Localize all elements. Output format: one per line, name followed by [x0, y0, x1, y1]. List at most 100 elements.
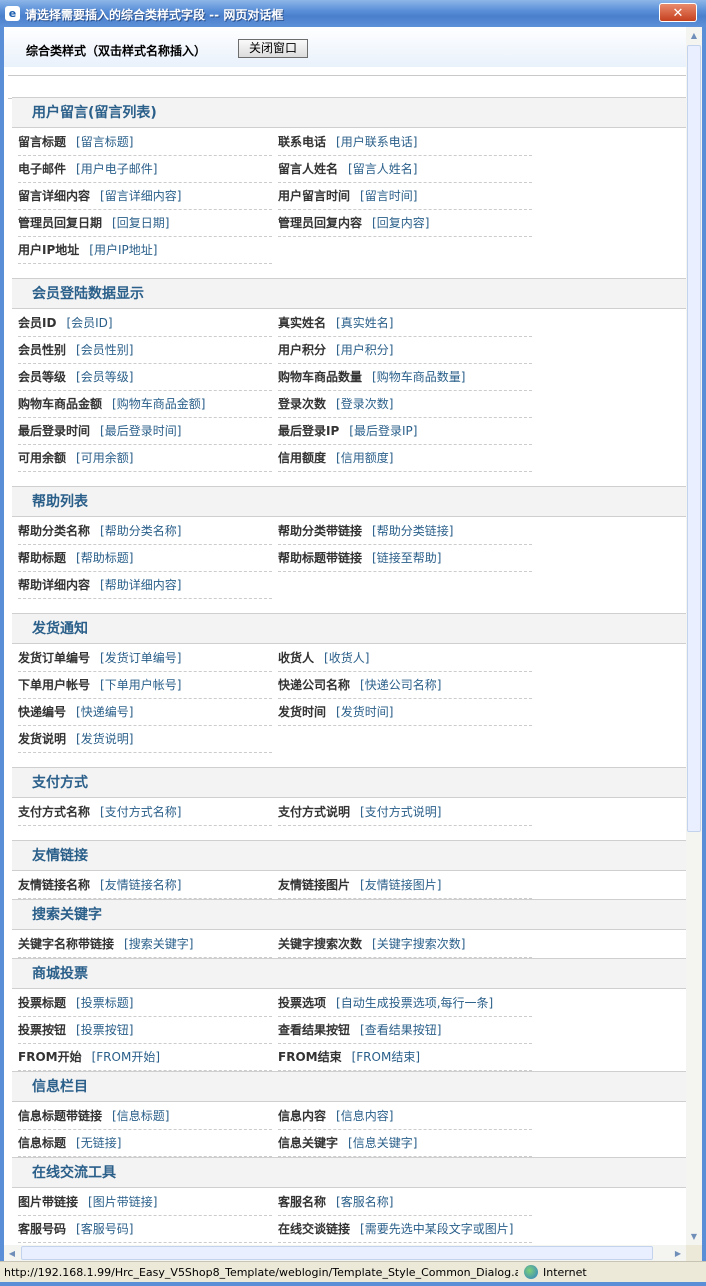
style-field-item[interactable]: 帮助标题 [帮助标题] [18, 545, 272, 572]
field-tag[interactable]: [会员等级] [76, 370, 133, 384]
style-field-item[interactable]: 登录次数 [登录次数] [278, 391, 532, 418]
style-field-item[interactable]: 购物车商品数量 [购物车商品数量] [278, 364, 532, 391]
field-tag[interactable]: [用户积分] [336, 343, 393, 357]
field-tag[interactable]: [真实姓名] [336, 316, 393, 330]
style-field-item[interactable]: 友情链接图片 [友情链接图片] [278, 872, 532, 899]
style-field-item[interactable]: 会员ID [会员ID] [18, 310, 272, 337]
field-tag[interactable]: [FROM结束] [352, 1050, 420, 1064]
field-tag[interactable]: [会员ID] [66, 316, 112, 330]
field-tag[interactable]: [链接至帮助] [372, 551, 441, 565]
field-tag[interactable]: [会员性别] [76, 343, 133, 357]
field-tag[interactable]: [留言人姓名] [348, 162, 417, 176]
horizontal-scroll-thumb[interactable] [21, 1246, 653, 1260]
style-field-item[interactable]: 联系电话 [用户联系电话] [278, 129, 532, 156]
field-tag[interactable]: [用户电子邮件] [76, 162, 157, 176]
style-field-item[interactable]: 下单用户帐号 [下单用户帐号] [18, 672, 272, 699]
field-tag[interactable]: [留言时间] [360, 189, 417, 203]
field-tag[interactable]: [购物车商品数量] [372, 370, 465, 384]
style-field-item[interactable]: 会员等级 [会员等级] [18, 364, 272, 391]
style-field-item[interactable]: 最后登录时间 [最后登录时间] [18, 418, 272, 445]
field-tag[interactable]: [回复内容] [372, 216, 429, 230]
field-tag[interactable]: [帮助分类名称] [100, 524, 181, 538]
field-tag[interactable]: [登录次数] [336, 397, 393, 411]
style-field-item[interactable]: 留言人姓名 [留言人姓名] [278, 156, 532, 183]
style-field-item[interactable]: 信用额度 [信用额度] [278, 445, 532, 472]
vertical-scroll-thumb[interactable] [687, 45, 701, 832]
style-field-item[interactable]: 快递公司名称 [快递公司名称] [278, 672, 532, 699]
style-field-item[interactable]: 关键字搜索次数 [关键字搜索次数] [278, 931, 532, 958]
field-tag[interactable]: [快递公司名称] [360, 678, 441, 692]
style-field-item[interactable]: 投票按钮 [投票按钮] [18, 1017, 272, 1044]
style-field-item[interactable]: 支付方式说明 [支付方式说明] [278, 799, 532, 826]
vertical-scrollbar[interactable]: ▲ ▼ [686, 27, 702, 1245]
field-tag[interactable]: [支付方式名称] [100, 805, 181, 819]
style-field-item[interactable]: 投票标题 [投票标题] [18, 990, 272, 1017]
style-field-item[interactable]: FROM结束 [FROM结束] [278, 1044, 532, 1071]
field-tag[interactable]: [无链接] [76, 1136, 121, 1150]
field-tag[interactable]: [发货订单编号] [100, 651, 181, 665]
style-field-item[interactable]: 留言详细内容 [留言详细内容] [18, 183, 272, 210]
style-field-item[interactable]: 帮助分类带链接 [帮助分类链接] [278, 518, 532, 545]
field-tag[interactable]: [友情链接图片] [360, 878, 441, 892]
field-tag[interactable]: [图片带链接] [88, 1195, 157, 1209]
style-field-item[interactable]: 管理员回复内容 [回复内容] [278, 210, 532, 237]
style-field-item[interactable]: 信息关键字 [信息关键字] [278, 1130, 532, 1157]
style-field-item[interactable]: 快递编号 [快递编号] [18, 699, 272, 726]
field-tag[interactable]: [用户联系电话] [336, 135, 417, 149]
field-tag[interactable]: [发货时间] [336, 705, 393, 719]
field-tag[interactable]: [友情链接名称] [100, 878, 181, 892]
field-tag[interactable]: [关键字搜索次数] [372, 937, 465, 951]
style-field-item[interactable]: 信息内容 [信息内容] [278, 1103, 532, 1130]
style-field-item[interactable]: 投票选项 [自动生成投票选项,每行一条] [278, 990, 532, 1017]
style-field-item[interactable]: 电子邮件 [用户电子邮件] [18, 156, 272, 183]
field-tag[interactable]: [可用余额] [76, 451, 133, 465]
style-field-item[interactable]: 最后登录IP [最后登录IP] [278, 418, 532, 445]
style-field-item[interactable]: 客服名称 [客服名称] [278, 1189, 532, 1216]
style-field-item[interactable]: 帮助分类名称 [帮助分类名称] [18, 518, 272, 545]
field-tag[interactable]: [发货说明] [76, 732, 133, 746]
scroll-up-arrow-icon[interactable]: ▲ [686, 27, 702, 44]
style-field-item[interactable]: 真实姓名 [真实姓名] [278, 310, 532, 337]
style-field-item[interactable]: 查看结果按钮 [查看结果按钮] [278, 1017, 532, 1044]
field-tag[interactable]: [信息关键字] [348, 1136, 417, 1150]
field-tag[interactable]: [客服名称] [336, 1195, 393, 1209]
style-field-item[interactable]: 收货人 [收货人] [278, 645, 532, 672]
style-field-item[interactable]: 留言标题 [留言标题] [18, 129, 272, 156]
style-field-item[interactable]: 发货时间 [发货时间] [278, 699, 532, 726]
field-tag[interactable]: [最后登录IP] [349, 424, 417, 438]
style-field-item[interactable]: 用户积分 [用户积分] [278, 337, 532, 364]
field-tag[interactable]: [投票按钮] [76, 1023, 133, 1037]
field-tag[interactable]: [需要先选中某段文字或图片] [360, 1222, 513, 1236]
style-field-item[interactable]: 管理员回复日期 [回复日期] [18, 210, 272, 237]
field-tag[interactable]: [下单用户帐号] [100, 678, 181, 692]
style-field-item[interactable]: 信息标题 [无链接] [18, 1130, 272, 1157]
field-tag[interactable]: [帮助标题] [76, 551, 133, 565]
style-field-item[interactable]: 信息标题带链接 [信息标题] [18, 1103, 272, 1130]
style-field-item[interactable]: 在线交谈链接 [需要先选中某段文字或图片] [278, 1216, 532, 1243]
field-tag[interactable]: [帮助分类链接] [372, 524, 453, 538]
field-tag[interactable]: [投票标题] [76, 996, 133, 1010]
style-field-item[interactable]: 关键字名称带链接 [搜索关键字] [18, 931, 272, 958]
field-tag[interactable]: [信用额度] [336, 451, 393, 465]
style-field-item[interactable]: 用户IP地址 [用户IP地址] [18, 237, 272, 264]
window-close-button[interactable]: ✕ [659, 3, 697, 22]
field-tag[interactable]: [信息内容] [336, 1109, 393, 1123]
window-titlebar[interactable]: e 请选择需要插入的综合类样式字段 -- 网页对话框 ✕ [0, 0, 706, 27]
field-tag[interactable]: [回复日期] [112, 216, 169, 230]
field-tag[interactable]: [自动生成投票选项,每行一条] [336, 996, 493, 1010]
field-tag[interactable]: [帮助详细内容] [100, 578, 181, 592]
style-field-item[interactable]: 可用余额 [可用余额] [18, 445, 272, 472]
field-tag[interactable]: [留言标题] [76, 135, 133, 149]
style-field-item[interactable]: 发货说明 [发货说明] [18, 726, 272, 753]
style-field-item[interactable]: 用户留言时间 [留言时间] [278, 183, 532, 210]
field-tag[interactable]: [支付方式说明] [360, 805, 441, 819]
close-window-button[interactable]: 关闭窗口 [238, 39, 308, 58]
style-field-item[interactable]: 发货订单编号 [发货订单编号] [18, 645, 272, 672]
field-tag[interactable]: [用户IP地址] [89, 243, 157, 257]
field-tag[interactable]: [客服号码] [76, 1222, 133, 1236]
style-field-item[interactable]: 帮助标题带链接 [链接至帮助] [278, 545, 532, 572]
field-tag[interactable]: [信息标题] [112, 1109, 169, 1123]
style-field-item[interactable]: 购物车商品金额 [购物车商品金额] [18, 391, 272, 418]
style-field-item[interactable]: 帮助详细内容 [帮助详细内容] [18, 572, 272, 599]
style-field-item[interactable]: 支付方式名称 [支付方式名称] [18, 799, 272, 826]
